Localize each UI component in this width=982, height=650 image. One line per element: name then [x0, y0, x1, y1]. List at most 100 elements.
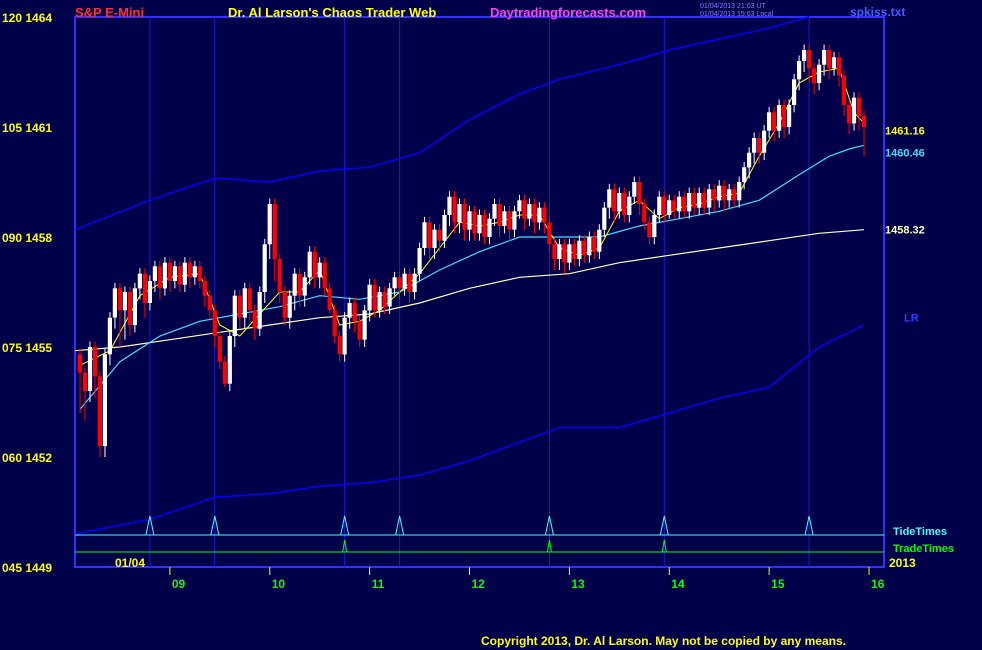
x-axis-tick-label: 15	[771, 577, 785, 591]
up-price-bar	[831, 57, 837, 69]
down-price-bar	[357, 321, 362, 340]
down-price-bar	[407, 273, 412, 292]
up-price-bar	[822, 50, 827, 65]
down-price-bar	[427, 222, 432, 248]
down-price-bar	[212, 310, 217, 336]
up-price-bar	[152, 266, 157, 281]
down-price-bar	[612, 189, 617, 212]
down-price-bar	[552, 244, 557, 259]
timestamp-local: 01/04/2013 15:03 Local	[700, 11, 774, 18]
down-price-bar	[662, 196, 667, 215]
down-price-bar	[247, 288, 252, 311]
down-price-bar	[861, 116, 867, 127]
x-axis-tick-label: 12	[472, 577, 486, 591]
up-price-bar	[412, 273, 417, 292]
up-price-bar	[632, 182, 637, 197]
down-price-bar	[177, 266, 182, 285]
down-price-bar	[637, 182, 642, 204]
y-axis-label: 075 1455	[2, 341, 52, 355]
down-price-bar	[92, 347, 98, 377]
up-price-bar	[477, 215, 482, 234]
down-price-bar	[337, 336, 342, 355]
down-price-bar	[142, 273, 147, 303]
down-price-bar	[782, 105, 787, 127]
up-price-bar	[122, 292, 127, 311]
down-price-bar	[332, 310, 337, 336]
up-price-bar	[402, 273, 407, 289]
price-label: 1460.46	[885, 148, 925, 160]
y-axis-label: 105 1461	[2, 121, 52, 135]
site-link[interactable]: Daytradingforecasts.com	[490, 5, 646, 20]
down-price-bar	[482, 215, 487, 237]
lr-label: LR	[904, 312, 919, 324]
down-price-bar	[507, 211, 512, 230]
down-price-bar	[167, 262, 172, 281]
slow-average-line	[74, 229, 865, 352]
up-price-bar	[687, 193, 692, 212]
down-price-bar	[712, 189, 717, 201]
down-price-bar	[462, 204, 467, 230]
timestamp-ut: 01/04/2013 21:03 UT	[700, 3, 766, 10]
y-axis-label: 060 1452	[2, 451, 52, 465]
up-price-bar	[302, 277, 307, 296]
up-price-bar	[227, 336, 232, 384]
down-price-bar	[397, 277, 402, 289]
down-price-bar	[222, 361, 227, 384]
copyright: Copyright 2013, Dr. Al Larson. May not b…	[481, 634, 846, 648]
down-price-bar	[826, 50, 832, 69]
down-price-bar	[807, 50, 812, 69]
up-price-bar	[512, 211, 517, 230]
price-bars	[77, 44, 867, 457]
up-price-bar	[287, 295, 292, 318]
x-axis-tick-label: 13	[571, 577, 585, 591]
down-price-bar	[592, 237, 597, 252]
down-price-bar	[372, 284, 377, 311]
down-price-bar	[277, 259, 282, 292]
up-price-bar	[607, 189, 612, 208]
down-price-bar	[312, 251, 317, 278]
up-price-bar	[162, 262, 167, 289]
down-price-bar	[722, 185, 727, 201]
down-price-bar	[202, 281, 207, 296]
up-price-bar	[737, 182, 742, 201]
up-price-bar	[292, 273, 297, 296]
down-price-bar	[237, 295, 242, 318]
price-label: 1458.32	[885, 225, 925, 237]
up-price-bar	[257, 292, 262, 329]
up-price-bar	[657, 196, 662, 215]
up-price-bar	[232, 295, 237, 336]
up-price-bar	[347, 303, 352, 318]
date-label: 01/04	[115, 556, 145, 570]
up-price-bar	[797, 61, 802, 80]
down-price-bar	[472, 211, 477, 234]
x-axis-tick-label: 16	[871, 577, 885, 591]
up-price-bar	[442, 215, 447, 241]
down-price-bar	[572, 244, 577, 259]
y-axis-label: 120 1464	[2, 11, 52, 25]
up-price-bar	[502, 211, 507, 226]
up-price-bar	[147, 281, 152, 303]
y-axis-label: 090 1458	[2, 231, 52, 245]
up-price-bar	[87, 347, 93, 391]
up-price-bar	[557, 244, 562, 259]
down-price-bar	[77, 354, 83, 373]
up-price-bar	[752, 138, 757, 153]
up-price-bar	[137, 273, 142, 289]
up-price-bar	[492, 204, 497, 219]
down-price-bar	[207, 295, 212, 311]
down-price-bar	[452, 196, 457, 223]
down-price-bar	[622, 193, 627, 215]
down-price-bar	[282, 292, 287, 318]
down-price-bar	[187, 262, 192, 278]
down-price-bar	[297, 273, 302, 296]
down-price-bar	[856, 97, 862, 116]
year-label: 2013	[889, 556, 916, 570]
y-axis-label: 045 1449	[2, 561, 52, 575]
chart-title: Dr. Al Larson's Chaos Trader Web	[228, 5, 437, 20]
up-price-bar	[102, 354, 107, 446]
x-axis-tick-label: 09	[172, 577, 186, 591]
down-price-bar	[327, 288, 332, 311]
down-price-bar	[582, 240, 587, 256]
up-price-bar	[777, 105, 782, 131]
down-price-bar	[846, 105, 852, 124]
